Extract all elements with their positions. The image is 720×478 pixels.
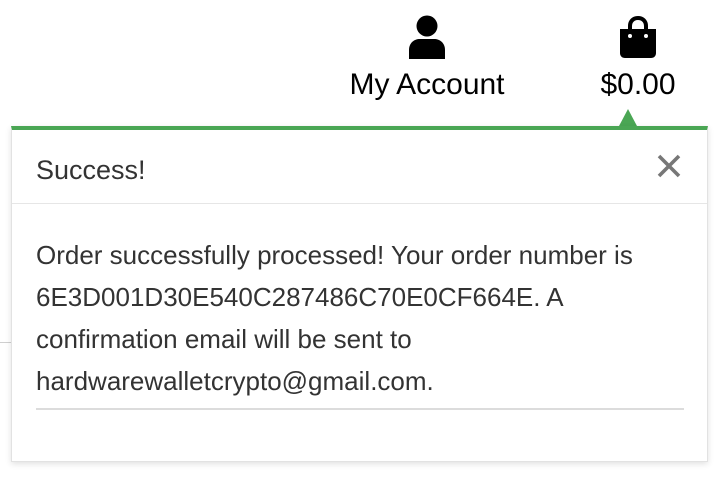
user-icon — [407, 15, 447, 59]
toast-message: Order successfully processed! Your order… — [36, 240, 633, 396]
close-button[interactable] — [655, 152, 683, 180]
my-account-label: My Account — [349, 68, 505, 101]
my-account-link[interactable]: My Account — [340, 0, 514, 102]
shopping-bag-link[interactable]: $0.00 — [592, 0, 684, 102]
toast-body: Order successfully processed! Your order… — [12, 204, 707, 410]
toast-header: Success! — [12, 130, 707, 204]
toast-divider — [36, 408, 684, 410]
close-icon — [657, 154, 681, 178]
success-toast: Success! Order successfully processed! Y… — [11, 126, 708, 462]
bag-total: $0.00 — [600, 68, 676, 101]
toast-title: Success! — [36, 155, 146, 185]
toast-pointer-arrow — [619, 109, 637, 126]
shopping-bag-icon — [618, 15, 658, 59]
